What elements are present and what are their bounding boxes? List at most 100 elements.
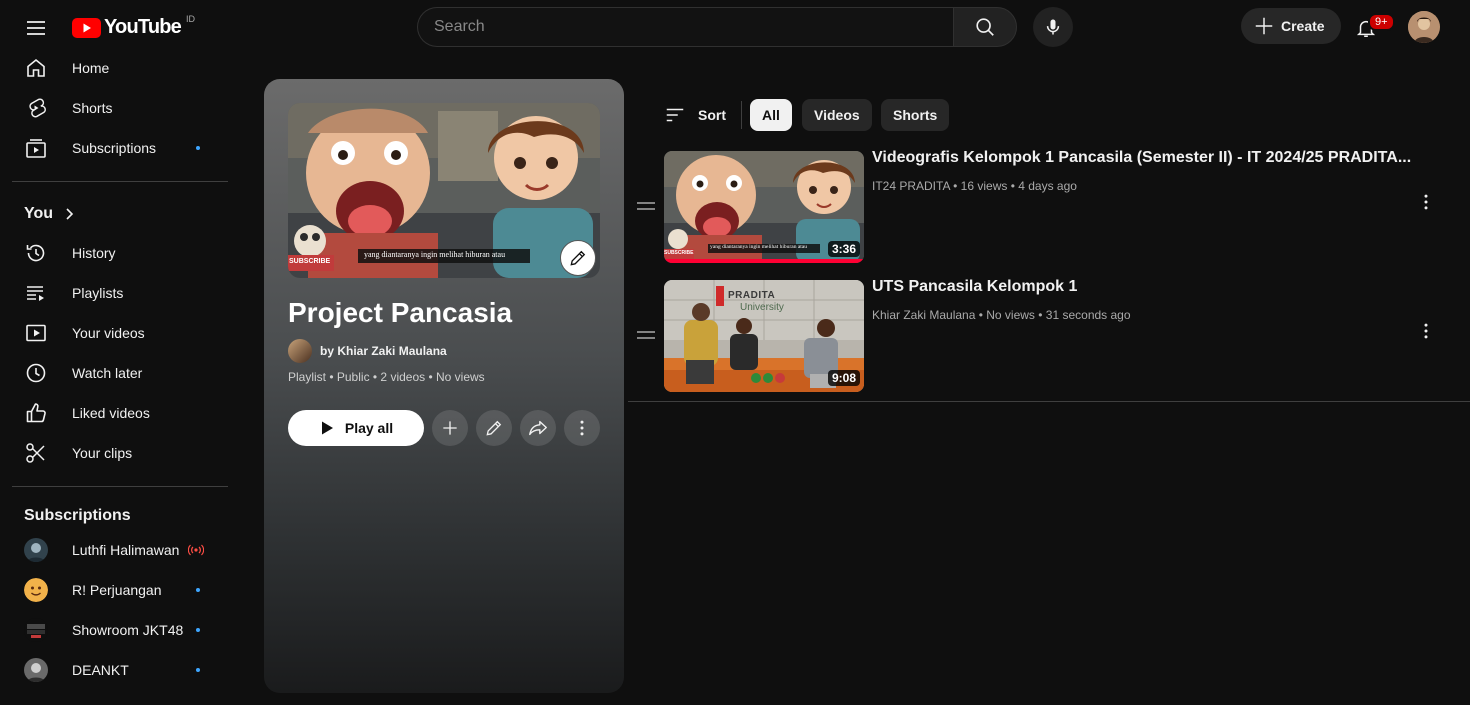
edit-playlist-button[interactable] xyxy=(476,410,512,446)
youtube-play-logo-icon xyxy=(72,17,101,38)
more-actions-button[interactable] xyxy=(564,410,600,446)
video-thumbnail[interactable]: yang diantaranya ingin melihat hiburan a… xyxy=(664,151,864,263)
plus-icon xyxy=(443,421,457,435)
video-meta: IT24 PRADITA • 16 views • 4 days ago xyxy=(872,179,1077,193)
sort-icon xyxy=(666,108,684,122)
chip-divider xyxy=(741,101,742,129)
play-all-label: Play all xyxy=(344,420,394,436)
notification-badge: 9+ xyxy=(1368,13,1395,31)
sidebar-item-subscriptions[interactable]: Subscriptions xyxy=(12,128,228,168)
sidebar-item-shorts[interactable]: Shorts xyxy=(12,88,228,128)
you-section-heading[interactable]: You xyxy=(24,205,75,223)
channel-avatar xyxy=(24,578,48,602)
playlist-header-panel: yang diantaranya ingin melihat hiburan a… xyxy=(264,79,624,693)
owner-avatar xyxy=(288,339,312,363)
chip-shorts[interactable]: Shorts xyxy=(881,99,950,131)
sidebar-item-your-videos[interactable]: Your videos xyxy=(12,313,228,353)
sidebar-item-watch-later[interactable]: Watch later xyxy=(12,353,228,393)
sidebar-item-label: Liked videos xyxy=(72,405,150,421)
sidebar-item-history[interactable]: History xyxy=(12,233,228,273)
country-code: ID xyxy=(185,13,195,24)
thumbnail-subscribe-text: SUBSCRIBE xyxy=(289,258,331,265)
video-title[interactable]: UTS Pancasila Kelompok 1 xyxy=(872,278,1077,296)
sidebar-item-label: Subscriptions xyxy=(72,140,157,156)
video-duration: 9:08 xyxy=(827,370,860,386)
subscription-name: DEANKT xyxy=(72,662,129,678)
search-input[interactable] xyxy=(434,18,953,36)
create-label: Create xyxy=(1281,18,1325,34)
sidebar-item-label: Shorts xyxy=(72,100,113,116)
live-icon xyxy=(188,544,204,556)
scissors-icon xyxy=(24,441,48,465)
subscriptions-heading: Subscriptions xyxy=(24,507,131,525)
sidebar-item-label: Playlists xyxy=(72,285,124,301)
create-button[interactable]: Create xyxy=(1241,8,1341,44)
sidebar-item-playlists[interactable]: Playlists xyxy=(12,273,228,313)
sidebar-item-liked-videos[interactable]: Liked videos xyxy=(12,393,228,433)
you-heading-label: You xyxy=(24,205,54,222)
video-meta: Khiar Zaki Maulana • No views • 31 secon… xyxy=(872,308,1131,322)
voice-search-button[interactable] xyxy=(1033,7,1073,47)
your-videos-icon xyxy=(24,321,48,345)
sort-button[interactable]: Sort xyxy=(664,99,726,131)
pencil-icon xyxy=(486,420,502,436)
playlist-thumbnail[interactable]: yang diantaranya ingin melihat hiburan a… xyxy=(288,103,600,278)
channel-avatar xyxy=(24,658,48,682)
playlist-video-row[interactable]: yang diantaranya ingin melihat hiburan a… xyxy=(628,147,1470,269)
subscriptions-heading-label: Subscriptions xyxy=(24,507,131,524)
new-content-dot xyxy=(196,146,200,150)
video-duration: 3:36 xyxy=(827,241,860,257)
new-content-dot xyxy=(196,668,200,672)
new-content-dot xyxy=(196,588,200,592)
plus-icon xyxy=(1255,17,1273,35)
channel-avatar xyxy=(24,538,48,562)
playlist-video-row[interactable]: PRADITA University 9:08 UTS Pancasila Ke… xyxy=(628,276,1470,398)
subscription-name: Luthfi Halimawan xyxy=(72,542,180,558)
subscription-item[interactable]: DEANKT xyxy=(12,650,228,690)
chip-videos[interactable]: Videos xyxy=(802,99,872,131)
video-more-button[interactable] xyxy=(1414,190,1438,214)
sidebar: Home Shorts Subscriptions You History Pl… xyxy=(0,48,240,705)
youtube-logo[interactable]: YouTube ID xyxy=(72,13,195,39)
playlist-meta: Playlist • Public • 2 videos • No views xyxy=(288,370,485,384)
menu-icon[interactable] xyxy=(16,8,56,48)
sidebar-item-label: Your videos xyxy=(72,325,145,341)
sidebar-item-label: History xyxy=(72,245,116,261)
subscription-name: R! Perjuangan xyxy=(72,582,162,598)
account-avatar[interactable] xyxy=(1408,11,1440,43)
thumbnail-caption: yang diantaranya ingin melihat hiburan a… xyxy=(710,244,807,250)
video-title[interactable]: Videografis Kelompok 1 Pancasila (Semest… xyxy=(872,149,1411,167)
sidebar-item-your-clips[interactable]: Your clips xyxy=(12,433,228,473)
subscription-name: Showroom JKT48 xyxy=(72,622,184,638)
sidebar-item-label: Watch later xyxy=(72,365,143,381)
chevron-right-icon xyxy=(66,208,74,220)
more-vert-icon xyxy=(1424,194,1428,210)
play-all-button[interactable]: Play all xyxy=(288,410,424,446)
video-thumbnail[interactable]: PRADITA University 9:08 xyxy=(664,280,864,392)
logo-text: YouTube xyxy=(104,16,182,38)
search-icon xyxy=(976,18,994,36)
subscription-item[interactable]: Showroom JKT48 xyxy=(12,610,228,650)
sidebar-item-label: Home xyxy=(72,60,110,76)
watch-progress-bar xyxy=(664,259,864,263)
search-button[interactable] xyxy=(953,7,1017,47)
home-icon xyxy=(24,56,48,80)
chip-all[interactable]: All xyxy=(750,99,792,131)
drag-handle-icon[interactable] xyxy=(637,202,655,210)
video-more-button[interactable] xyxy=(1414,319,1438,343)
playlist-owner[interactable]: by Khiar Zaki Maulana xyxy=(288,339,447,363)
add-to-playlist-button[interactable] xyxy=(432,410,468,446)
playlists-icon xyxy=(24,281,48,305)
edit-thumbnail-button[interactable] xyxy=(560,240,596,276)
sidebar-item-label: Your clips xyxy=(72,445,133,461)
play-icon xyxy=(321,421,333,435)
thumbnail-sign-text: PRADITA xyxy=(728,290,776,301)
sidebar-item-home[interactable]: Home xyxy=(12,48,228,88)
share-button[interactable] xyxy=(520,410,556,446)
search-box[interactable] xyxy=(417,7,953,47)
thumbnail-sign-subtext: University xyxy=(740,302,784,313)
subscription-item[interactable]: Luthfi Halimawan xyxy=(12,530,228,570)
pencil-icon xyxy=(570,250,586,266)
drag-handle-icon[interactable] xyxy=(637,331,655,339)
subscription-item[interactable]: R! Perjuangan xyxy=(12,570,228,610)
